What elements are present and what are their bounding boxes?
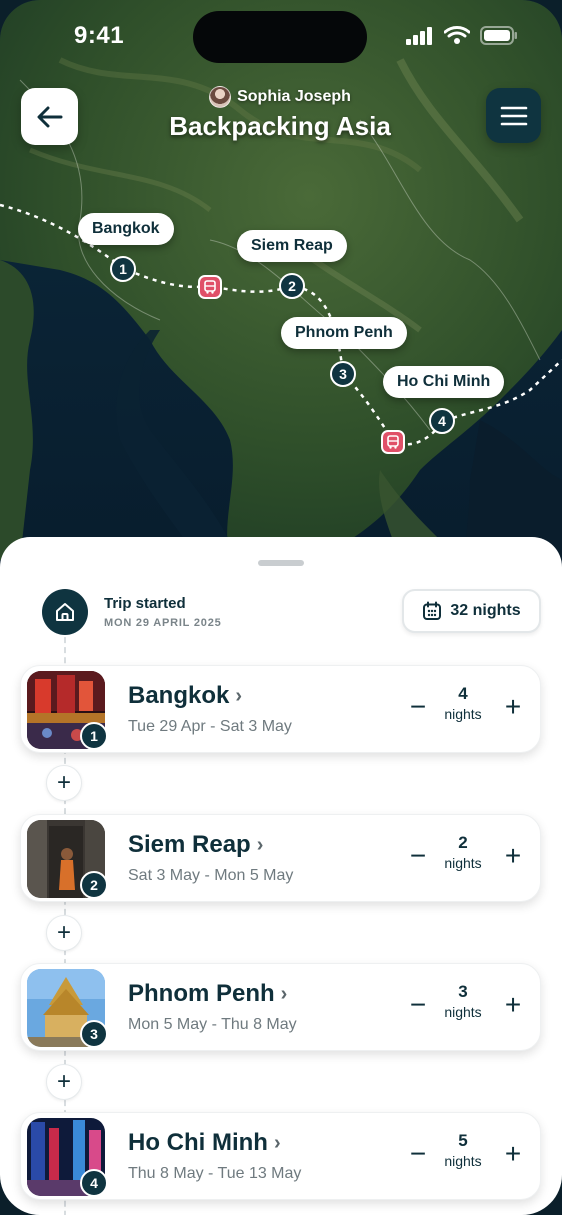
calendar-icon <box>423 601 442 620</box>
stop-dates: Tue 29 Apr - Sat 3 May <box>128 718 292 735</box>
bus-icon[interactable] <box>198 275 222 299</box>
stop-city[interactable]: Bangkok › <box>128 682 242 710</box>
decrease-nights-button[interactable]: − <box>403 989 433 1020</box>
nights-unit: nights <box>444 855 482 871</box>
stop-number-badge: 1 <box>80 722 108 750</box>
status-time: 9:41 <box>74 22 125 49</box>
nights-stepper: − 3 nights + <box>403 982 528 1034</box>
stop-city-name: Siem Reap <box>128 831 251 858</box>
home-icon <box>42 589 88 635</box>
bus-icon[interactable] <box>381 430 405 454</box>
map-pin-label-siem-reap[interactable]: Siem Reap <box>237 230 347 262</box>
trip-header: Sophia Joseph Backpacking Asia <box>130 86 430 142</box>
chevron-right-icon: › <box>280 982 288 1005</box>
map-pin-label-ho-chi-minh[interactable]: Ho Chi Minh <box>383 366 505 398</box>
avatar <box>209 86 232 108</box>
stop-city-name: Ho Chi Minh <box>128 1129 268 1156</box>
nights-stepper: − 5 nights + <box>403 1131 528 1183</box>
stop-number-badge: 2 <box>80 871 108 899</box>
status-icons <box>406 26 518 45</box>
total-nights-button[interactable]: 32 nights <box>402 589 541 633</box>
itinerary-sheet[interactable]: Trip started MON 29 APRIL 2025 32 nights <box>0 537 562 1215</box>
arrow-left-icon <box>37 106 62 127</box>
stop-city[interactable]: Ho Chi Minh › <box>128 1129 281 1157</box>
stop-card-siem-reap[interactable]: 2 Siem Reap › Sat 3 May - Mon 5 May − 2 n… <box>20 814 541 902</box>
decrease-nights-button[interactable]: − <box>403 691 433 722</box>
decrease-nights-button[interactable]: − <box>403 840 433 871</box>
map-pin-ho-chi-minh[interactable]: 4 <box>429 408 455 434</box>
dynamic-island <box>193 11 367 63</box>
nights-count: 5 <box>458 1131 468 1150</box>
stop-number-badge: 4 <box>80 1169 108 1197</box>
trip-start-date: MON 29 APRIL 2025 <box>104 617 222 629</box>
sheet-grabber[interactable] <box>258 560 304 566</box>
map-pin-bangkok[interactable]: 1 <box>110 256 136 282</box>
chevron-right-icon: › <box>256 833 264 856</box>
trip-owner[interactable]: Sophia Joseph <box>130 86 430 108</box>
map-pin-label-bangkok[interactable]: Bangkok <box>78 213 174 245</box>
decrease-nights-button[interactable]: − <box>403 1138 433 1169</box>
stop-dates: Thu 8 May - Tue 13 May <box>128 1165 302 1182</box>
cellular-signal-icon <box>406 26 432 45</box>
stop-card-phnom-penh[interactable]: 3 Phnom Penh › Mon 5 May - Thu 8 May − 3 … <box>20 963 541 1051</box>
stop-city[interactable]: Phnom Penh › <box>128 980 287 1008</box>
nights-count: 4 <box>458 684 468 703</box>
nights-unit: nights <box>444 1153 482 1169</box>
total-nights-label: 32 nights <box>450 602 521 619</box>
trip-started-title: Trip started <box>104 595 186 612</box>
stop-card-bangkok[interactable]: 1 Bangkok › Tue 29 Apr - Sat 3 May − 4 ni… <box>20 665 541 753</box>
stop-city[interactable]: Siem Reap › <box>128 831 263 859</box>
stop-city-name: Bangkok <box>128 682 230 709</box>
add-stop-button[interactable]: + <box>46 765 82 801</box>
nights-unit: nights <box>444 1004 482 1020</box>
stop-dates: Sat 3 May - Mon 5 May <box>128 867 294 884</box>
add-stop-button[interactable]: + <box>46 915 82 951</box>
trip-map[interactable]: 9:41 Sophia Joseph Backpacking Asia Bang… <box>0 0 562 600</box>
stop-city-name: Phnom Penh <box>128 980 275 1007</box>
battery-icon <box>480 26 517 45</box>
chevron-right-icon: › <box>235 684 243 707</box>
back-button[interactable] <box>21 88 78 145</box>
owner-name: Sophia Joseph <box>237 88 351 105</box>
hamburger-menu-icon <box>500 106 527 125</box>
phone-screen: 9:41 Sophia Joseph Backpacking Asia Bang… <box>0 0 562 1215</box>
nights-count: 3 <box>458 982 468 1001</box>
add-stop-button[interactable]: + <box>46 1064 82 1100</box>
stop-number-badge: 3 <box>80 1020 108 1048</box>
wifi-icon <box>444 26 470 44</box>
nights-unit: nights <box>444 706 482 722</box>
increase-nights-button[interactable]: + <box>498 989 528 1020</box>
increase-nights-button[interactable]: + <box>498 840 528 871</box>
nights-stepper: − 2 nights + <box>403 833 528 885</box>
chevron-right-icon: › <box>273 1131 281 1154</box>
menu-button[interactable] <box>486 88 541 143</box>
map-pin-siem-reap[interactable]: 2 <box>279 273 305 299</box>
map-pin-phnom-penh[interactable]: 3 <box>330 361 356 387</box>
nights-stepper: − 4 nights + <box>403 684 528 736</box>
trip-start-row: Trip started MON 29 APRIL 2025 32 nights <box>42 589 542 635</box>
nights-count: 2 <box>458 833 468 852</box>
stop-dates: Mon 5 May - Thu 8 May <box>128 1016 297 1033</box>
trip-title: Backpacking Asia <box>169 111 391 141</box>
status-bar: 9:41 <box>0 0 562 70</box>
stop-card-ho-chi-minh[interactable]: 4 Ho Chi Minh › Thu 8 May - Tue 13 May − … <box>20 1112 541 1200</box>
increase-nights-button[interactable]: + <box>498 691 528 722</box>
increase-nights-button[interactable]: + <box>498 1138 528 1169</box>
map-pin-label-phnom-penh[interactable]: Phnom Penh <box>281 317 407 349</box>
